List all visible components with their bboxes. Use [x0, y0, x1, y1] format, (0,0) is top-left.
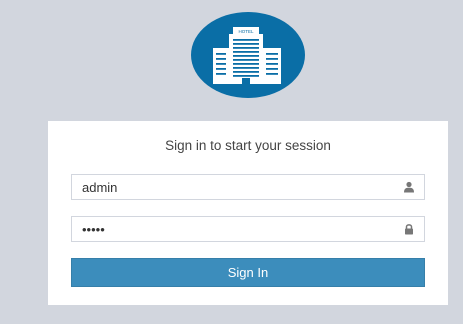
username-field[interactable]	[71, 174, 425, 200]
lock-icon	[405, 224, 413, 235]
login-title: Sign in to start your session	[165, 138, 331, 153]
username-input[interactable]	[82, 178, 382, 196]
hotel-building-icon: HOTEL	[191, 12, 305, 98]
login-box: Sign in to start your session Sign In	[48, 121, 448, 305]
page-background: HOTEL Sign in to start your session admi…	[0, 0, 463, 324]
password-input[interactable]	[82, 220, 382, 238]
hotel-sign-text: HOTEL	[238, 29, 254, 34]
user-icon	[404, 181, 414, 193]
password-field[interactable]	[71, 216, 425, 242]
sign-in-button[interactable]: Sign In	[71, 258, 425, 287]
